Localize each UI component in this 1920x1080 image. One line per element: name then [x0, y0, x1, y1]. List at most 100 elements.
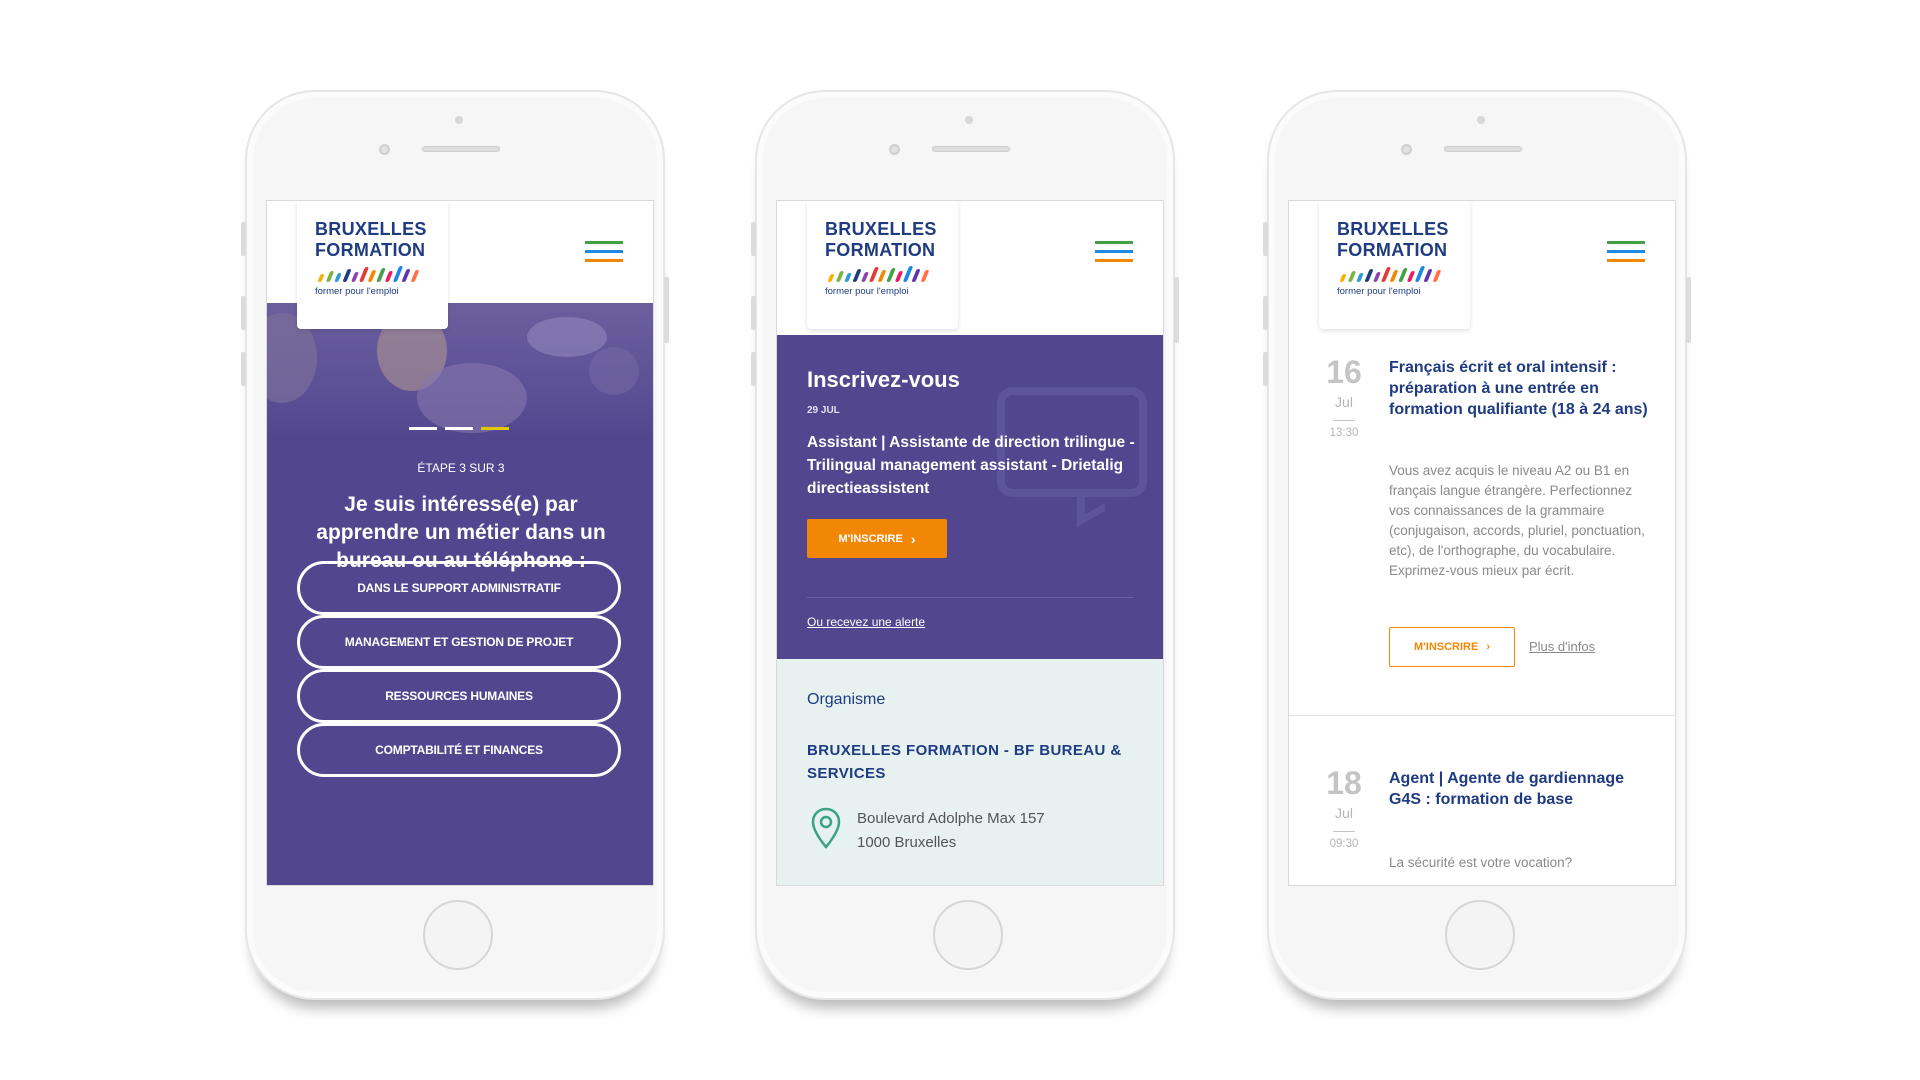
carousel-dot[interactable]: [409, 427, 437, 430]
option-button-2[interactable]: MANAGEMENT ET GESTION DE PROJET: [297, 615, 621, 669]
location-pin-icon: [811, 807, 841, 849]
hamburger-icon[interactable]: [1095, 241, 1133, 263]
step-label: ÉTAPE 3 SUR 3: [417, 461, 505, 475]
event-time: 13:30: [1329, 427, 1359, 439]
event-day: 16: [1326, 354, 1362, 390]
logo-stripe: [835, 271, 844, 282]
menu-bar: [1095, 241, 1133, 244]
logo-stripe: [1347, 271, 1356, 282]
logo-stripes-icon: [315, 264, 425, 286]
logo-stripe: [868, 267, 879, 282]
logo-stripe: [341, 269, 352, 282]
home-button[interactable]: [423, 900, 493, 970]
front-sensor: [1477, 116, 1485, 124]
logo-stripe: [1339, 274, 1347, 282]
event-time: 09:30: [1329, 838, 1359, 850]
phone-mockup-1: BRUXELLES FORMATION former pour l'emploi…: [241, 90, 669, 1000]
logo-line-2: FORMATION: [825, 240, 936, 260]
phone-mockup-3: BRUXELLES FORMATION former pour l'emploi…: [1263, 90, 1691, 1000]
logo-stripe: [860, 272, 870, 282]
event-description: La sécurité est votre vocation?: [1389, 855, 1573, 870]
logo-stripe: [877, 270, 887, 282]
logo-line-1: BRUXELLES: [1337, 219, 1449, 239]
event-date-divider: [1333, 420, 1355, 421]
course-date: 29 JUL: [807, 405, 840, 416]
logo-line-2: FORMATION: [1337, 240, 1448, 260]
front-sensor: [455, 116, 463, 124]
hamburger-icon[interactable]: [1607, 241, 1645, 263]
front-camera-icon: [379, 144, 390, 155]
event-month: Jul: [1335, 805, 1353, 821]
logo-stripe: [885, 268, 896, 282]
logo-stripe: [375, 268, 386, 282]
chevron-right-icon: ›: [910, 530, 916, 547]
phone-mockup-2: BRUXELLES FORMATION former pour l'emploi…: [751, 90, 1179, 1000]
address-line-1: Boulevard Adolphe Max 157: [857, 810, 1045, 827]
logo-stripe: [334, 273, 342, 282]
register-button[interactable]: M'INSCRIRE ›: [807, 519, 947, 558]
logo-stripe: [367, 270, 377, 282]
logo-stripe: [1389, 270, 1399, 282]
event-day: 18: [1326, 765, 1362, 801]
option-button-3[interactable]: RESSOURCES HUMAINES: [297, 669, 621, 723]
logo-stripe: [1432, 270, 1441, 282]
logo-stripe: [851, 269, 862, 282]
registration-heading: Inscrivez-vous: [807, 367, 960, 392]
menu-bar: [1095, 259, 1133, 262]
carousel-dot[interactable]: [481, 427, 509, 430]
divider: [807, 597, 1133, 598]
logo-stripe: [1380, 267, 1391, 282]
brand-logo[interactable]: BRUXELLES FORMATION former pour l'emploi: [297, 201, 448, 329]
logo-tagline: former pour l'emploi: [1337, 286, 1421, 297]
chevron-right-icon: ›: [1486, 641, 1490, 653]
logo-stripe: [384, 271, 394, 282]
logo-stripe: [325, 271, 334, 282]
register-button-label: M'INSCRIRE: [838, 532, 903, 545]
logo-stripe: [911, 269, 921, 282]
screen-event-list: BRUXELLES FORMATION former pour l'emploi…: [1288, 200, 1676, 886]
organism-heading: Organisme: [807, 691, 886, 708]
event-separator: [1289, 715, 1675, 716]
hamburger-icon[interactable]: [585, 241, 623, 263]
option-button-1[interactable]: DANS LE SUPPORT ADMINISTRATIF: [297, 561, 621, 615]
logo-stripe: [827, 274, 835, 282]
register-button[interactable]: M'INSCRIRE ›: [1389, 627, 1515, 667]
event-month: Jul: [1335, 394, 1353, 410]
menu-bar: [585, 241, 623, 244]
earpiece-speaker: [932, 146, 1010, 152]
logo-stripe: [358, 267, 369, 282]
front-camera-icon: [1401, 144, 1412, 155]
more-info-link[interactable]: Plus d'infos: [1529, 639, 1595, 654]
event-title[interactable]: Français écrit et oral intensif : prépar…: [1389, 357, 1651, 420]
logo-stripes-icon: [1337, 264, 1447, 286]
menu-bar: [1607, 241, 1645, 244]
front-sensor: [965, 116, 973, 124]
logo-stripe: [1397, 268, 1408, 282]
menu-bar: [1095, 250, 1133, 253]
menu-bar: [585, 259, 623, 262]
carousel-dot[interactable]: [445, 427, 473, 430]
logo-line-1: BRUXELLES: [315, 219, 427, 239]
logo-tagline: former pour l'emploi: [825, 286, 909, 297]
organism-section: Organisme BRUXELLES FORMATION - BF BUREA…: [777, 659, 1163, 885]
logo-stripe: [844, 273, 852, 282]
front-camera-icon: [889, 144, 900, 155]
home-button[interactable]: [1445, 900, 1515, 970]
logo-stripe: [1423, 269, 1433, 282]
brand-logo[interactable]: BRUXELLES FORMATION former pour l'emploi: [807, 201, 958, 329]
logo-line-1: BRUXELLES: [825, 219, 937, 239]
logo-stripe: [317, 274, 325, 282]
event-description: Vous avez acquis le niveau A2 ou B1 en f…: [1389, 463, 1645, 578]
event-date-divider: [1333, 831, 1355, 832]
logo-stripe: [1372, 272, 1382, 282]
screen-step-selection: BRUXELLES FORMATION former pour l'emploi…: [266, 200, 654, 886]
logo-stripe: [350, 272, 360, 282]
logo-tagline: former pour l'emploi: [315, 286, 399, 297]
logo-stripe: [1356, 273, 1364, 282]
alert-link[interactable]: Ou recevez une alerte: [807, 615, 925, 629]
logo-stripe: [894, 271, 904, 282]
option-button-4[interactable]: COMPTABILITÉ ET FINANCES: [297, 723, 621, 777]
brand-logo[interactable]: BRUXELLES FORMATION former pour l'emploi: [1319, 201, 1470, 329]
event-title[interactable]: Agent | Agente de gardiennage G4S : form…: [1389, 768, 1651, 810]
home-button[interactable]: [933, 900, 1003, 970]
